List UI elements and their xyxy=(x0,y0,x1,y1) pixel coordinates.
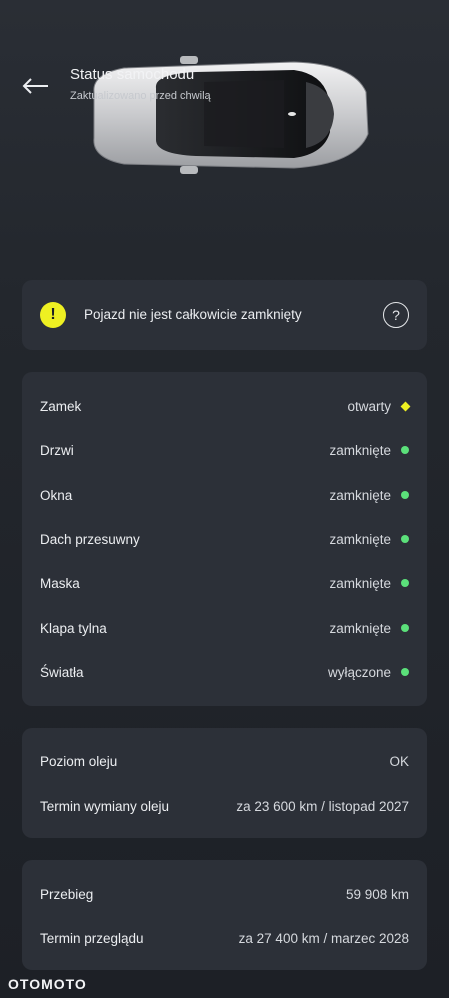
status-label: Zamek xyxy=(40,398,82,414)
ok-dot-icon xyxy=(401,535,409,543)
mileage-row: Przebieg 59 908 km xyxy=(22,872,427,916)
oil-level-row: Poziom oleju OK xyxy=(22,739,427,783)
status-value: zamknięte xyxy=(329,575,391,591)
warning-icon: ! xyxy=(40,302,66,328)
last-updated-text: Zaktualizowano przed chwilą xyxy=(70,90,211,102)
inspection-row: Termin przeglądu za 27 400 km / marzec 2… xyxy=(22,916,427,960)
status-label: Dach przesuwny xyxy=(40,531,140,547)
oil-change-value: za 23 600 km / listopad 2027 xyxy=(236,798,409,814)
oil-change-label: Termin wymiany oleju xyxy=(40,798,170,814)
status-row-hood: Maska zamknięte xyxy=(22,561,427,605)
status-value-wrap: wyłączone xyxy=(328,665,409,680)
status-value: zamknięte xyxy=(329,442,391,458)
arrow-left-icon xyxy=(22,78,48,94)
status-label: Klapa tylna xyxy=(40,620,107,636)
ok-dot-icon xyxy=(401,446,409,454)
vehicle-status-card: Zamek otwarty Drzwi zamknięte Okna zamkn… xyxy=(22,372,427,706)
status-value: zamknięte xyxy=(329,620,391,636)
page-title: Status samochodu xyxy=(70,66,195,83)
status-value-wrap: zamknięte xyxy=(329,576,409,591)
status-label: Maska xyxy=(40,575,80,591)
status-value-wrap: zamknięte xyxy=(329,488,409,503)
mileage-card: Przebieg 59 908 km Termin przeglądu za 2… xyxy=(22,860,427,970)
status-value-wrap: zamknięte xyxy=(329,443,409,458)
help-icon[interactable]: ? xyxy=(383,302,409,328)
status-value: otwarty xyxy=(347,398,391,414)
inspection-label: Termin przeglądu xyxy=(40,930,144,946)
oil-level-label: Poziom oleju xyxy=(40,753,118,769)
status-label: Drzwi xyxy=(40,442,74,458)
status-value-wrap: otwarty xyxy=(347,398,411,414)
header: Status samochodu Zaktualizowano przed ch… xyxy=(0,0,449,260)
back-button[interactable] xyxy=(18,72,52,100)
alert-message: Pojazd nie jest całkowicie zamknięty xyxy=(84,307,302,322)
status-row-lock: Zamek otwarty xyxy=(22,384,427,428)
status-row-windows: Okna zamknięte xyxy=(22,473,427,517)
lock-alert-card: ! Pojazd nie jest całkowicie zamknięty ? xyxy=(22,280,427,350)
mileage-label: Przebieg xyxy=(40,886,94,902)
status-label: Okna xyxy=(40,487,73,503)
oil-card: Poziom oleju OK Termin wymiany oleju za … xyxy=(22,728,427,838)
status-row-sunroof: Dach przesuwny zamknięte xyxy=(22,517,427,561)
otomoto-watermark: OTOMOTO xyxy=(8,976,87,992)
status-value: wyłączone xyxy=(327,664,391,680)
oil-change-row: Termin wymiany oleju za 23 600 km / list… xyxy=(22,784,427,828)
status-label: Światła xyxy=(40,664,84,680)
ok-dot-icon xyxy=(401,579,409,587)
ok-dot-icon xyxy=(401,624,409,632)
oil-level-value: OK xyxy=(389,753,409,769)
status-value-wrap: zamknięte xyxy=(329,532,409,547)
warning-diamond-icon xyxy=(400,401,411,411)
status-value: zamknięte xyxy=(329,487,391,503)
status-value-wrap: zamknięte xyxy=(329,621,409,636)
status-row-doors: Drzwi zamknięte xyxy=(22,428,427,472)
inspection-value: za 27 400 km / marzec 2028 xyxy=(238,930,409,946)
ok-dot-icon xyxy=(401,668,409,676)
ok-dot-icon xyxy=(401,491,409,499)
status-row-lights: Światła wyłączone xyxy=(22,650,427,694)
mileage-value: 59 908 km xyxy=(345,886,409,902)
status-row-tailgate: Klapa tylna zamknięte xyxy=(22,606,427,650)
status-value: zamknięte xyxy=(329,531,391,547)
